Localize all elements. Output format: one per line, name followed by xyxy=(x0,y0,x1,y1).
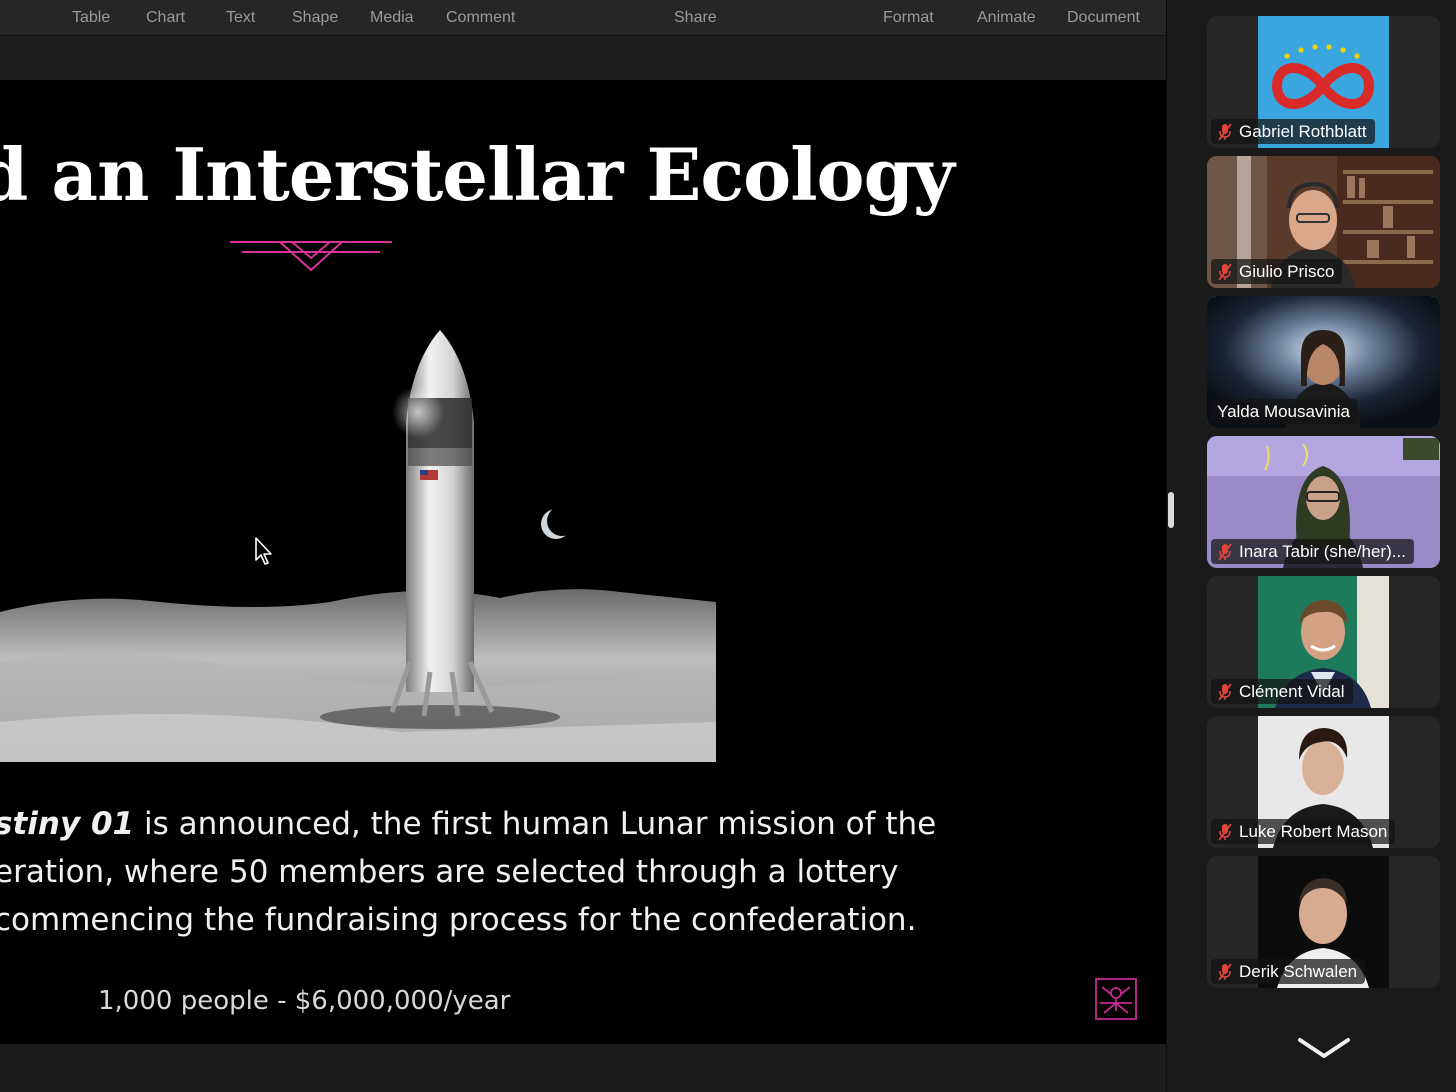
chevron-down-icon[interactable] xyxy=(1296,1034,1352,1062)
slide-body-line-1: stiny 01 is announced, the first human L… xyxy=(0,800,954,848)
participant-tile-inara-tabir[interactable]: Inara Tabir (she/her)... xyxy=(1207,436,1440,568)
participant-tile-derik-schwalen[interactable]: Derik Schwalen xyxy=(1207,856,1440,988)
participant-name-tag: Giulio Prisco xyxy=(1211,259,1343,284)
participant-name: Gabriel Rothblatt xyxy=(1239,121,1367,141)
presentation-slide[interactable]: d an Interstellar Ecology stiny 01 is an… xyxy=(0,80,1166,1044)
keynote-window: Table Chart Text Shape Media Comment Sha… xyxy=(0,0,1166,1092)
participant-tile-clement-vidal[interactable]: Clément Vidal xyxy=(1207,576,1440,708)
toolbar-comment-button[interactable]: Comment xyxy=(446,9,515,27)
title-ornament-icon xyxy=(230,241,392,272)
participant-name-tag: Inara Tabir (she/her)... xyxy=(1211,539,1414,564)
muted-mic-icon xyxy=(1218,542,1232,561)
toolbar-shape-button[interactable]: Shape xyxy=(292,9,338,27)
participant-name: Giulio Prisco xyxy=(1239,261,1335,281)
slide-body-line-1-text: is announced, the first human Lunar miss… xyxy=(134,806,937,842)
participant-name-tag: Clément Vidal xyxy=(1211,679,1353,704)
participant-name-tag: Luke Robert Mason xyxy=(1211,819,1396,844)
muted-mic-icon xyxy=(1218,822,1232,841)
participant-tile-giulio-prisco[interactable]: Giulio Prisco xyxy=(1207,156,1440,288)
slide-body-line-2: eration, where 50 members are selected t… xyxy=(0,854,899,890)
muted-mic-icon xyxy=(1218,962,1232,981)
participant-name: Inara Tabir (she/her)... xyxy=(1239,541,1406,561)
lunar-starship-image xyxy=(0,302,716,762)
slide-footer-text: 1,000 people - $6,000,000/year xyxy=(98,986,511,1016)
participant-tile-gabriel-rothblatt[interactable]: Gabriel Rothblatt xyxy=(1207,16,1440,148)
toolbar-chart-button[interactable]: Chart xyxy=(146,9,185,27)
muted-mic-icon xyxy=(1218,682,1232,701)
toolbar-format-button[interactable]: Format xyxy=(883,9,934,27)
slide-body-text: stiny 01 is announced, the first human L… xyxy=(0,800,954,944)
participant-name-tag: Gabriel Rothblatt xyxy=(1211,119,1375,144)
toolbar-document-button[interactable]: Document xyxy=(1067,9,1140,27)
keynote-toolbar: Table Chart Text Shape Media Comment Sha… xyxy=(0,0,1166,36)
muted-mic-icon xyxy=(1218,122,1232,141)
participant-name: Luke Robert Mason xyxy=(1239,821,1388,841)
mission-name: stiny 01 xyxy=(0,806,135,842)
toolbar-table-button[interactable]: Table xyxy=(72,9,110,27)
resize-handle[interactable] xyxy=(1168,492,1174,528)
slide-body-line-3: commencing the fundraising process for t… xyxy=(0,902,917,938)
organization-logo-icon xyxy=(1095,978,1137,1020)
participant-name: Clément Vidal xyxy=(1239,681,1345,701)
participant-name: Yalda Mousavinia xyxy=(1217,401,1350,421)
slide-title: d an Interstellar Ecology xyxy=(0,132,955,217)
toolbar-text-button[interactable]: Text xyxy=(226,9,255,27)
participant-tile-luke-robert-mason[interactable]: Luke Robert Mason xyxy=(1207,716,1440,848)
toolbar-animate-button[interactable]: Animate xyxy=(977,9,1036,27)
keynote-bottom-bar xyxy=(0,1044,1166,1092)
gallery-resize-divider xyxy=(1166,0,1206,1092)
toolbar-share-button[interactable]: Share xyxy=(674,9,717,27)
participant-name: Derik Schwalen xyxy=(1239,961,1358,981)
toolbar-spacer xyxy=(0,36,1166,80)
toolbar-media-button[interactable]: Media xyxy=(370,9,414,27)
muted-mic-icon xyxy=(1218,262,1232,281)
participant-name-tag: Yalda Mousavinia xyxy=(1211,399,1358,424)
participant-tile-yalda-mousavinia[interactable]: Yalda Mousavinia xyxy=(1207,296,1440,428)
mouse-pointer-icon xyxy=(255,537,272,565)
participant-name-tag: Derik Schwalen xyxy=(1211,959,1366,984)
